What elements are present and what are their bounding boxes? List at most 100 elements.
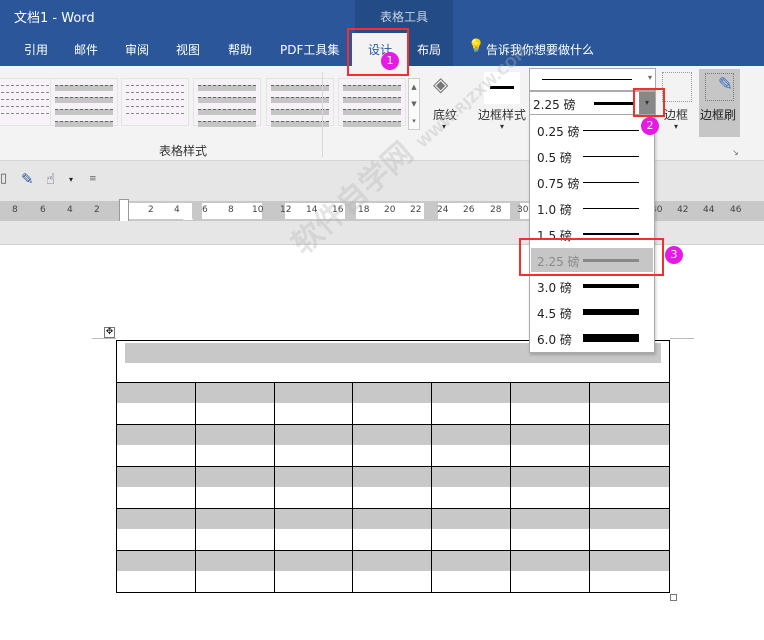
ruler-number: 46 bbox=[730, 205, 742, 215]
table-cell[interactable] bbox=[116, 382, 196, 425]
document-table[interactable] bbox=[116, 340, 671, 593]
table-row bbox=[116, 382, 671, 425]
table-cell[interactable] bbox=[352, 424, 433, 467]
table-cell[interactable] bbox=[509, 382, 590, 425]
table-style-3[interactable] bbox=[121, 78, 189, 126]
indent-marker[interactable] bbox=[119, 199, 129, 223]
ruler-number: 4 bbox=[174, 205, 180, 215]
tab-stop-marker[interactable] bbox=[183, 211, 193, 220]
table-cell[interactable] bbox=[509, 508, 590, 551]
table-cell[interactable] bbox=[431, 424, 511, 467]
borders-button[interactable]: 边框 bbox=[664, 106, 688, 123]
table-cell[interactable] bbox=[194, 550, 275, 593]
table-cell[interactable] bbox=[588, 382, 671, 425]
table-cell[interactable] bbox=[352, 550, 433, 593]
highlight-box-selected-weight bbox=[519, 238, 664, 276]
table-cell[interactable] bbox=[194, 424, 275, 467]
table-cell[interactable] bbox=[431, 508, 511, 551]
table-cell[interactable] bbox=[273, 424, 354, 467]
table-cell[interactable] bbox=[588, 550, 671, 593]
table-cell[interactable] bbox=[116, 466, 196, 509]
tab-view[interactable]: 视图 bbox=[176, 41, 200, 58]
ruler-number: 10 bbox=[252, 205, 264, 215]
context-group-label: 表格工具 bbox=[379, 10, 428, 24]
line-weight-sample bbox=[583, 207, 639, 209]
ruler-number: 44 bbox=[703, 205, 715, 215]
table-style-6[interactable] bbox=[338, 78, 406, 127]
table-cell[interactable] bbox=[509, 424, 590, 467]
table-move-handle[interactable]: ✥ bbox=[104, 327, 115, 338]
ruler-number: 30 bbox=[517, 205, 529, 215]
ruler-number: 2 bbox=[94, 205, 100, 215]
table-cell[interactable] bbox=[431, 382, 511, 425]
line-weight-option[interactable]: 0.25 磅 bbox=[531, 118, 653, 142]
table-cell[interactable] bbox=[588, 466, 671, 509]
tab-help[interactable]: 帮助 bbox=[228, 41, 252, 58]
table-cell[interactable] bbox=[273, 550, 354, 593]
line-weight-sample bbox=[583, 181, 639, 183]
table-cell[interactable] bbox=[352, 508, 433, 551]
line-weight-option[interactable]: 0.75 磅 bbox=[531, 170, 653, 194]
table-cell[interactable] bbox=[431, 550, 511, 593]
line-weight-sample bbox=[583, 284, 639, 288]
step-badge-3: 3 bbox=[665, 246, 683, 264]
table-row bbox=[116, 508, 671, 551]
customize-qat-icon[interactable]: ≡ bbox=[89, 174, 97, 184]
table-cell[interactable] bbox=[273, 466, 354, 509]
line-weight-sample bbox=[583, 309, 639, 315]
table-cell[interactable] bbox=[509, 466, 590, 509]
chevron-down-icon[interactable]: ▾ bbox=[69, 175, 73, 184]
ruler-number: 28 bbox=[490, 205, 502, 215]
dialog-launcher-icon[interactable]: ↘ bbox=[732, 148, 739, 157]
tab-pdf-tools[interactable]: PDF工具集 bbox=[280, 41, 339, 58]
ruler-number: 20 bbox=[384, 205, 396, 215]
table-resize-handle[interactable] bbox=[670, 594, 677, 601]
line-weight-menu: 0.25 磅 0.5 磅 0.75 磅 1.0 磅 1.5 磅 2.25 磅 3.0 磅 4.… bbox=[529, 114, 655, 353]
table-cell[interactable] bbox=[352, 466, 433, 509]
chevron-down-icon: ▾ bbox=[674, 122, 679, 131]
window-title: 文档1 - Word bbox=[14, 11, 95, 26]
table-style-2[interactable] bbox=[50, 78, 118, 127]
line-weight-option[interactable]: 1.0 磅 bbox=[531, 196, 653, 220]
line-weight-option[interactable]: 4.5 磅 bbox=[531, 300, 653, 324]
line-weight-option[interactable]: 3.0 磅 bbox=[531, 274, 653, 298]
group-divider bbox=[322, 72, 323, 157]
ruler-number: 24 bbox=[437, 205, 449, 215]
table-cell[interactable] bbox=[116, 550, 196, 593]
table-cell[interactable] bbox=[352, 382, 433, 425]
line-weight-option[interactable]: 6.0 磅 bbox=[531, 326, 653, 350]
table-cell[interactable] bbox=[273, 508, 354, 551]
highlight-box-design-tab bbox=[347, 28, 409, 76]
ruler-number: 4 bbox=[67, 205, 73, 215]
table-cell[interactable] bbox=[116, 508, 196, 551]
ruler-number: 8 bbox=[12, 205, 18, 215]
table-cell[interactable] bbox=[588, 508, 671, 551]
table-cell[interactable] bbox=[194, 466, 275, 509]
tab-references[interactable]: 引用 bbox=[24, 41, 48, 58]
table-cell[interactable] bbox=[116, 424, 196, 467]
table-cell[interactable] bbox=[509, 550, 590, 593]
margin-mark bbox=[670, 338, 694, 339]
border-styles-button[interactable]: 边框样式 bbox=[478, 106, 526, 123]
line-weight-value: 2.25 磅 bbox=[533, 98, 576, 112]
line-weight-sample bbox=[583, 129, 639, 131]
table-cell[interactable] bbox=[588, 424, 671, 467]
tab-layout[interactable]: 布局 bbox=[417, 41, 441, 58]
line-weight-option[interactable]: 0.5 磅 bbox=[531, 144, 653, 168]
table-cell[interactable] bbox=[194, 382, 275, 425]
border-painter-button[interactable]: ✎ 边框刷 bbox=[699, 69, 740, 137]
table-row bbox=[116, 466, 671, 509]
table-cell[interactable] bbox=[273, 382, 354, 425]
tab-review[interactable]: 审阅 bbox=[125, 41, 149, 58]
table-style-4[interactable] bbox=[193, 78, 261, 127]
margin-mark bbox=[92, 338, 116, 339]
edit-table-icon[interactable]: ✎ bbox=[21, 170, 34, 188]
line-weight-label: 0.25 磅 bbox=[537, 125, 580, 139]
border-painter-label: 边框刷 bbox=[700, 108, 737, 122]
undo-icon[interactable]: ▯ bbox=[0, 171, 7, 186]
table-cell[interactable] bbox=[431, 466, 511, 509]
table-cell[interactable] bbox=[194, 508, 275, 551]
tab-mailings[interactable]: 邮件 bbox=[74, 41, 98, 58]
table-style-5[interactable] bbox=[266, 78, 334, 127]
touch-mode-icon[interactable]: ☝ bbox=[46, 170, 55, 188]
